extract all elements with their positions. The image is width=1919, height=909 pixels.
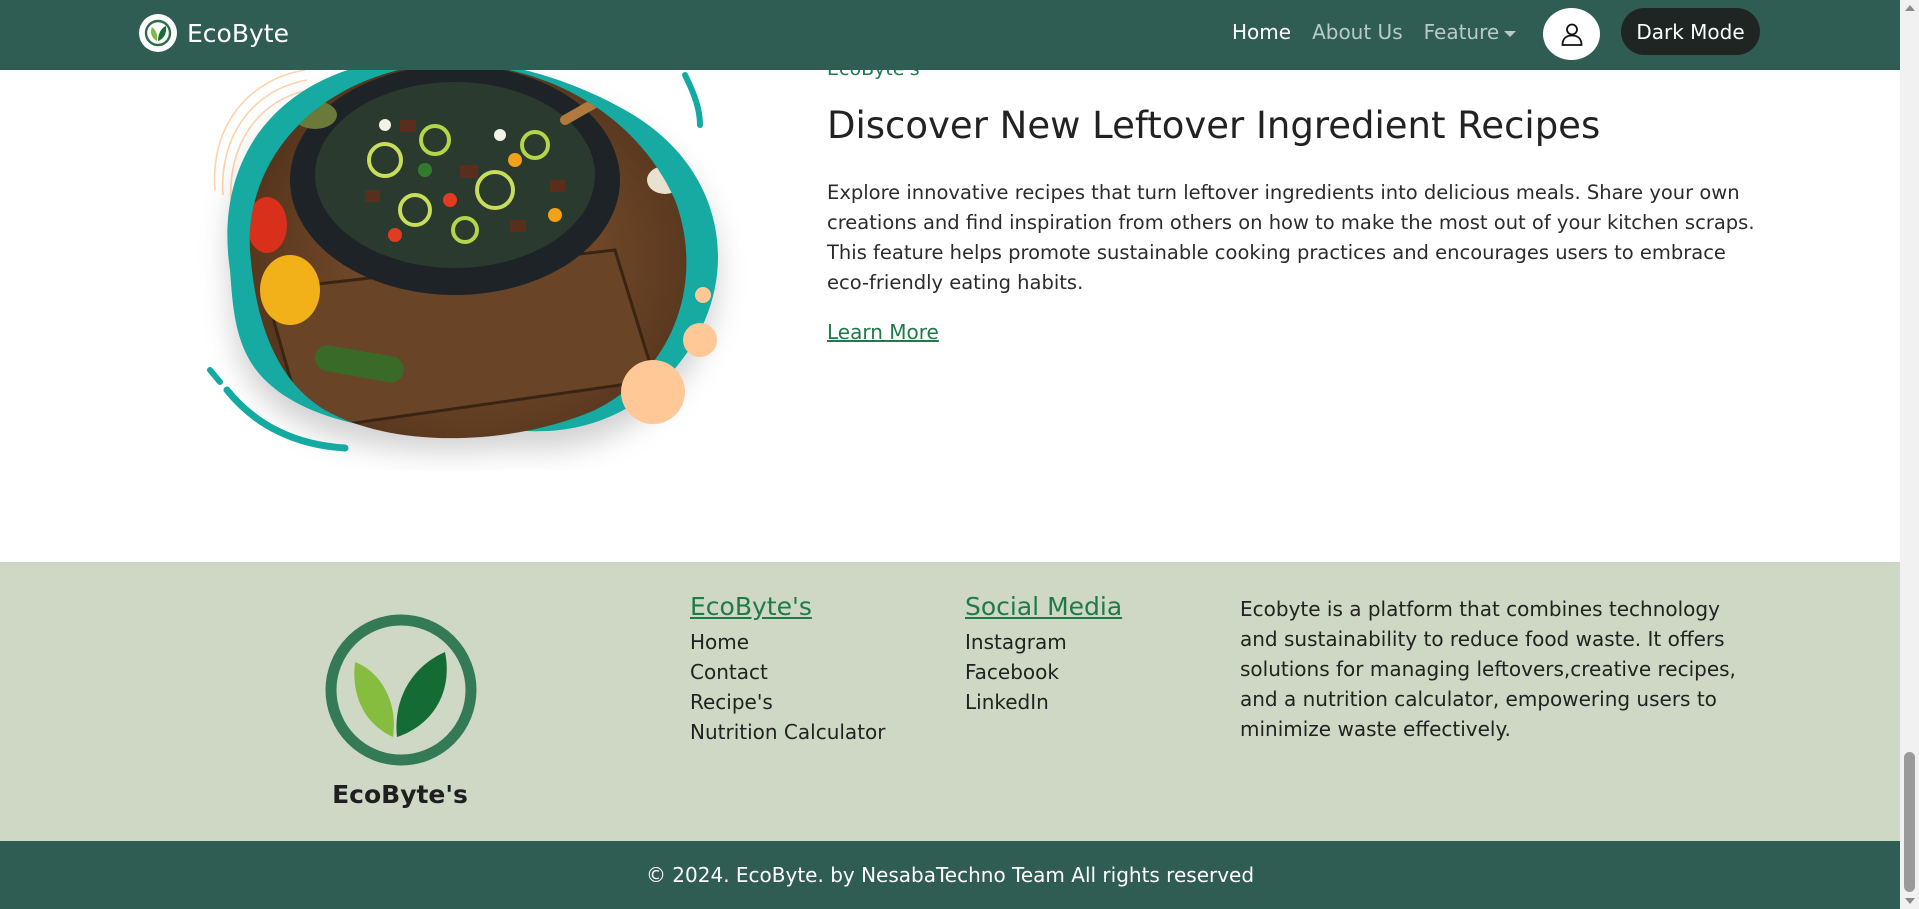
nav-links: Home About Us Feature <box>1232 20 1517 44</box>
scroll-up-arrow-icon[interactable] <box>1905 5 1915 11</box>
footer-column-ecobytes: EcoByte's Home Contact Recipe's Nutritio… <box>690 592 886 747</box>
footer-link-home[interactable]: Home <box>690 627 886 657</box>
feature-description: Explore innovative recipes that turn lef… <box>827 181 1755 294</box>
feature-title: Discover New Leftover Ingredient Recipes <box>827 104 1601 147</box>
nav-link-feature-label: Feature <box>1423 20 1500 44</box>
copyright-bar: © 2024. EcoByte. by NesabaTechno Team Al… <box>0 841 1900 909</box>
footer: EcoByte's EcoByte's Home Contact Recipe'… <box>0 562 1900 841</box>
scrollbar-thumb[interactable] <box>1904 752 1915 892</box>
footer-link-contact[interactable]: Contact <box>690 657 886 687</box>
footer-link-nutrition-calculator[interactable]: Nutrition Calculator <box>690 717 886 747</box>
top-navbar: EcoByte Home About Us Feature Dark Mode <box>0 0 1900 70</box>
footer-link-linkedin[interactable]: LinkedIn <box>965 687 1122 717</box>
caret-down-icon <box>1504 30 1517 37</box>
copyright-text: © 2024. EcoByte. by NesabaTechno Team Al… <box>645 863 1255 887</box>
nav-link-home[interactable]: Home <box>1232 20 1291 44</box>
leaf-logo-icon <box>139 14 177 52</box>
brand[interactable]: EcoByte <box>139 14 289 52</box>
dark-mode-button[interactable]: Dark Mode <box>1621 8 1760 55</box>
footer-heading-social-media[interactable]: Social Media <box>965 592 1122 621</box>
footer-link-facebook[interactable]: Facebook <box>965 657 1122 687</box>
nav-link-about-us[interactable]: About Us <box>1312 20 1403 44</box>
learn-more-link[interactable]: Learn More <box>827 320 939 344</box>
footer-heading-ecobytes[interactable]: EcoByte's <box>690 592 886 621</box>
footer-link-recipes[interactable]: Recipe's <box>690 687 886 717</box>
recipe-image <box>207 57 719 452</box>
ecobyte-leaf-logo-icon <box>325 614 477 766</box>
footer-link-instagram[interactable]: Instagram <box>965 627 1122 657</box>
nav-link-feature[interactable]: Feature <box>1424 20 1517 44</box>
page-scrollbar[interactable] <box>1900 0 1919 909</box>
brand-name: EcoByte <box>187 18 289 48</box>
user-icon <box>1561 23 1582 46</box>
footer-brand: EcoByte's <box>332 780 468 809</box>
footer-about-text: Ecobyte is a platform that combines tech… <box>1240 597 1736 741</box>
footer-column-social-media: Social Media Instagram Facebook LinkedIn <box>965 592 1122 717</box>
scroll-down-arrow-icon[interactable] <box>1905 898 1915 904</box>
profile-button[interactable] <box>1543 8 1600 60</box>
